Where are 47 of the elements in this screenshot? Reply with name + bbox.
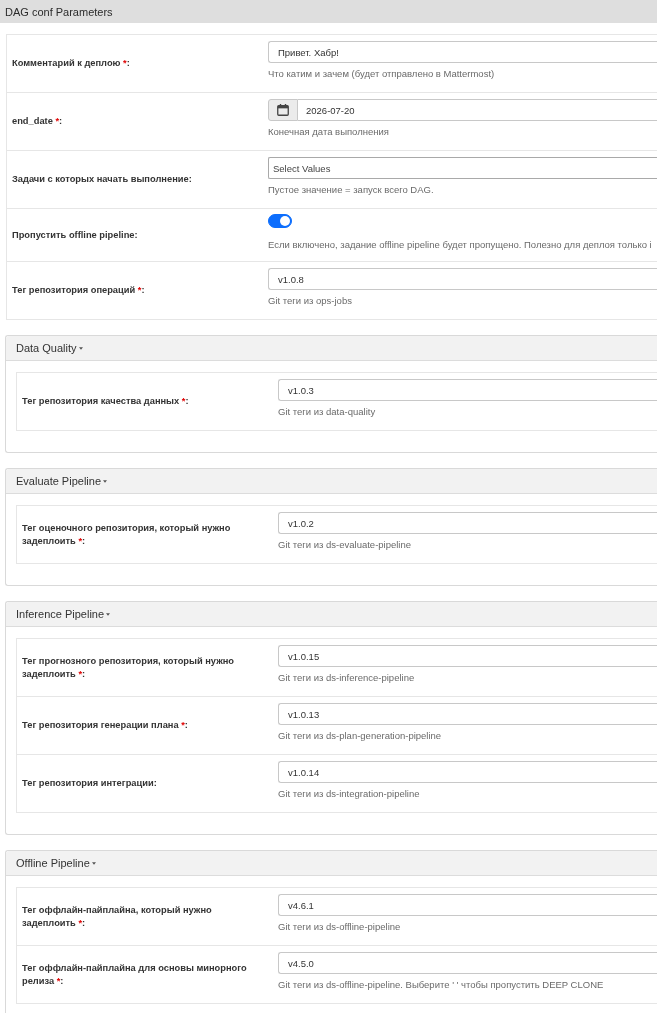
caret-icon (78, 346, 83, 350)
date-field[interactable]: 2026-07-20 (298, 99, 657, 121)
text-field[interactable]: v1.0.13 (278, 703, 657, 725)
field-label: Тег репозитория качества данных *: (22, 395, 189, 408)
field-label: Тег оффлайн-пайплайна для основы минорного релиза *: (22, 961, 248, 988)
field-hint: Если включено, задание offline pipeline будет пропущено. Полезно для деплоя только i (268, 238, 652, 251)
field-hint: Git теги из ds-plan-generation-pipeline (278, 729, 442, 742)
page-title: DAG conf Parameters (5, 5, 113, 18)
field-hint: Пустое значение = запуск всего DAG. (268, 183, 434, 196)
field-hint: Git теги из ops-jobs (268, 294, 352, 307)
field-label: Тег оффлайн-пайплайна, который нужно задеплоить *: (22, 903, 213, 930)
calendar-icon (277, 104, 289, 116)
section-toggle[interactable]: Evaluate Pipeline (16, 475, 107, 487)
text-field[interactable]: v1.0.14 (278, 761, 657, 783)
text-field[interactable]: v1.0.3 (278, 379, 657, 401)
field-hint: Что катим и зачем (будет отправлено в Mattermost) (268, 67, 495, 80)
field-label: end_date *: (12, 115, 63, 128)
text-field[interactable]: v1.0.8 (268, 268, 657, 290)
field-hint: Git теги из data-quality (278, 405, 376, 418)
field-label: Тег репозитория генерации плана *: (22, 719, 188, 732)
caret-icon (103, 479, 107, 483)
field-label: Тег оценочного репозитория, который нужно задеплоить *: (22, 521, 232, 548)
section-toggle[interactable]: Offline Pipeline (16, 857, 96, 869)
caret-icon (106, 612, 111, 616)
field-hint: Git теги из ds-offline-pipeline. Выберите ' ' чтобы пропустить DEEP CLONE (278, 978, 604, 991)
text-field[interactable]: v1.0.2 (278, 512, 657, 534)
field-label: Задачи с которых начать выполнение: (12, 173, 192, 186)
field-label: Пропустить offline pipeline: (12, 228, 138, 242)
text-field[interactable]: v4.6.1 (278, 894, 657, 916)
field-hint: Git теги из ds-offline-pipeline (278, 920, 401, 933)
field-hint: Конечная дата выполнения (268, 125, 389, 138)
field-label: Комментарий к деплою *: (12, 57, 130, 70)
section-toggle[interactable]: Inference Pipeline (16, 608, 111, 620)
field-hint: Git теги из ds-inference-pipeline (278, 671, 415, 684)
select-field[interactable]: Select Values (268, 157, 657, 179)
calendar-button[interactable] (268, 99, 298, 121)
field-label: Тег репозитория операций *: (12, 284, 145, 297)
field-hint: Git теги из ds-evaluate-pipeline (278, 538, 412, 551)
text-field[interactable]: Привет. Хабр! (268, 41, 657, 63)
field-label: Тег прогнозного репозитория, который нужно задеплоить *: (22, 654, 236, 681)
field-hint: Git теги из ds-integration-pipeline (278, 787, 420, 800)
toggle-switch[interactable] (268, 214, 292, 228)
section-toggle[interactable]: Data Quality (16, 342, 83, 354)
caret-icon (91, 861, 96, 865)
field-label: Тег репозитория интеграции: (22, 777, 157, 790)
text-field[interactable]: v4.5.0 (278, 952, 657, 974)
text-field[interactable]: v1.0.15 (278, 645, 657, 667)
